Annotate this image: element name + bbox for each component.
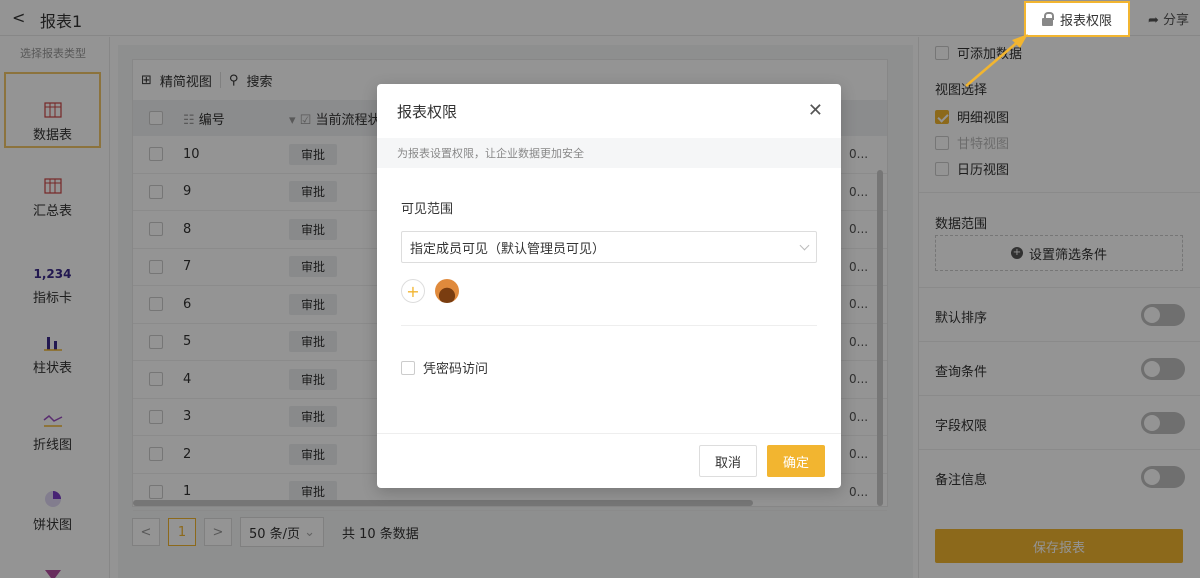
lock-icon [1041,12,1054,26]
visible-range-select[interactable]: 指定成员可见（默认管理员可见） [401,231,817,263]
avatar[interactable] [435,279,459,303]
confirm-button[interactable]: 确定 [767,445,825,477]
password-access-label: 凭密码访问 [423,362,489,377]
password-access-option[interactable]: 凭密码访问 [401,358,817,377]
chevron-down-icon [799,240,810,250]
permission-label: 报表权限 [1059,13,1112,29]
divider [401,325,817,326]
cancel-button[interactable]: 取消 [699,445,757,477]
password-access-checkbox[interactable] [401,360,415,375]
dialog-body: 可见范围 指定成员可见（默认管理员可见） + 凭密码访问 [377,168,841,377]
close-icon[interactable]: ✕ [808,100,823,121]
add-member-button[interactable]: + [401,279,425,303]
member-list: + [401,279,817,303]
permission-dialog: 报表权限 ✕ 为报表设置权限，让企业数据更加安全 可见范围 指定成员可见（默认管… [377,84,841,488]
dialog-header: 报表权限 ✕ [377,84,841,138]
dialog-title: 报表权限 [397,102,458,121]
visible-range-label: 可见范围 [401,202,454,217]
dialog-tip: 为报表设置权限，让企业数据更加安全 [377,138,841,168]
visible-range-value: 指定成员可见（默认管理员可见） [410,241,606,257]
annotation-arrow [965,34,1028,87]
dialog-footer: 取消 确定 [377,433,841,488]
